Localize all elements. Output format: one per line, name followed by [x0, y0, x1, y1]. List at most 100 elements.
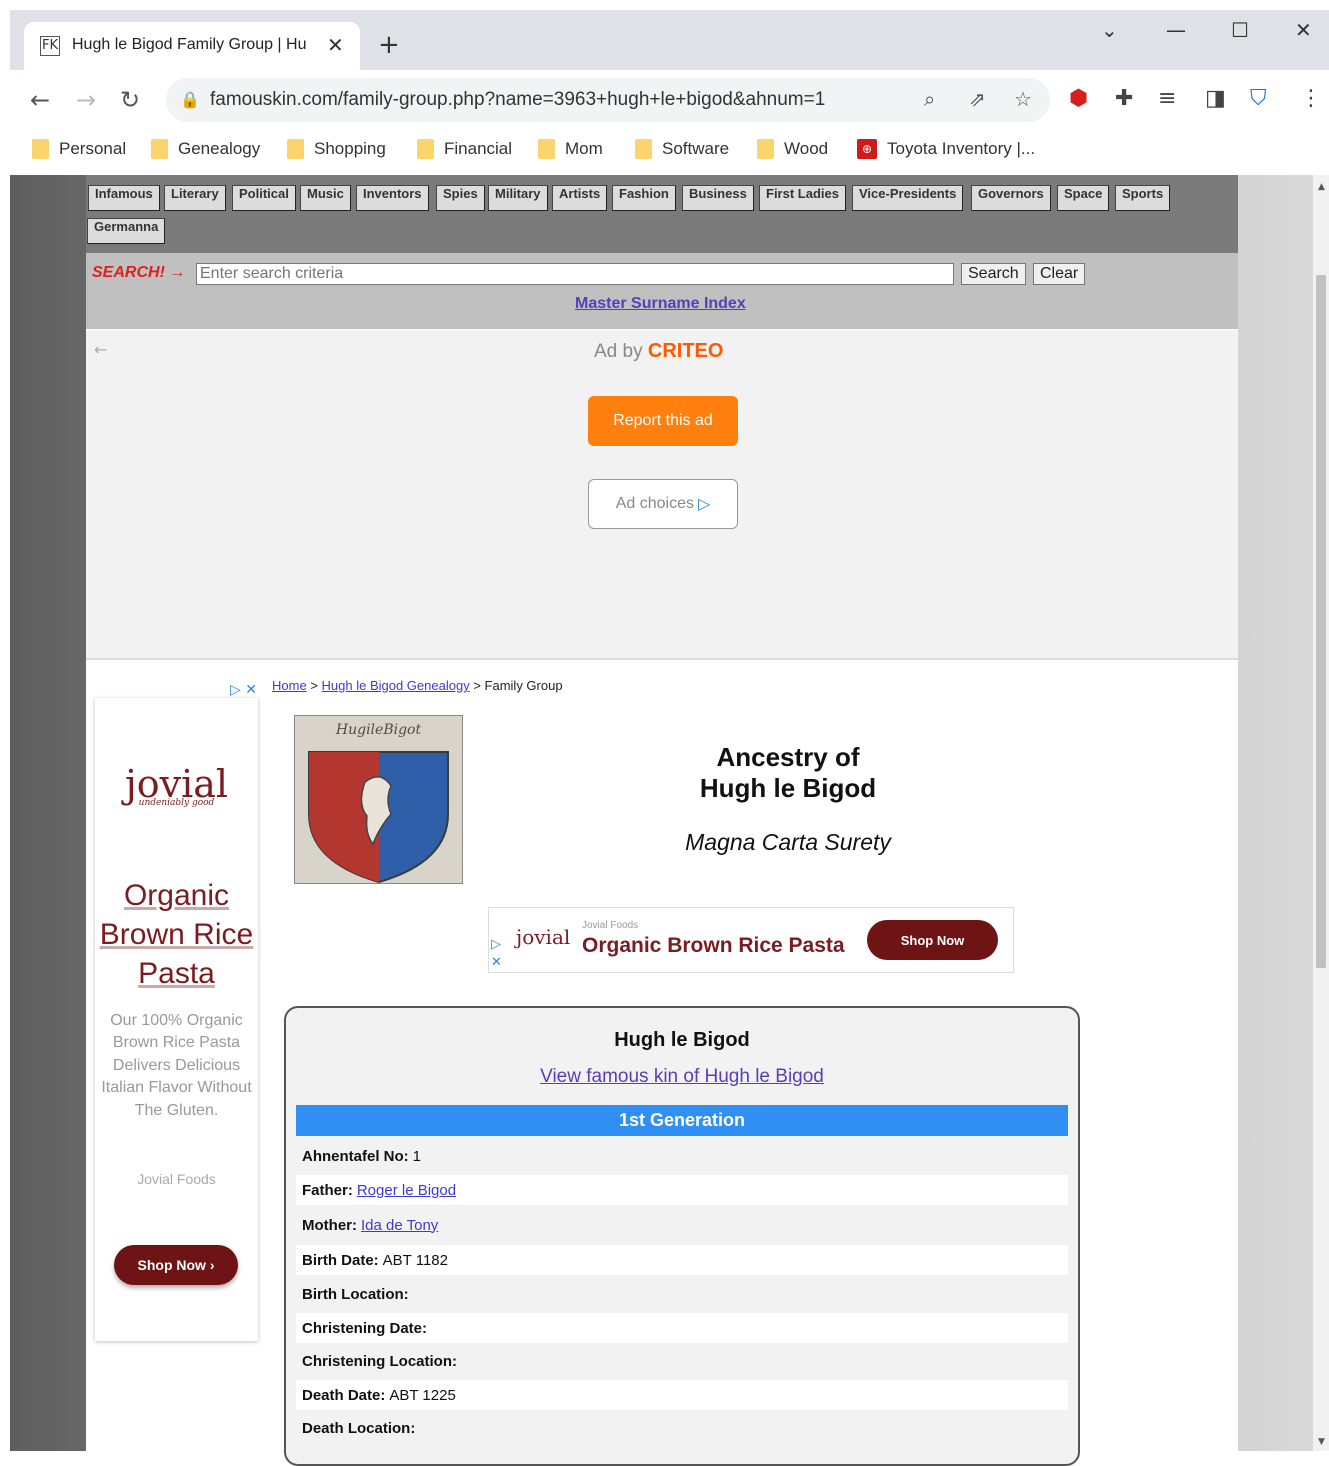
breadcrumb-separator: >	[310, 678, 318, 693]
ad-close-icon[interactable]: ✕	[491, 955, 502, 970]
bookmark-shopping[interactable]: Shopping	[287, 137, 386, 161]
field-ahnentafel: Ahnentafel No: 1	[296, 1141, 1068, 1171]
side-ad-headline[interactable]: Organic Brown Rice Pasta	[95, 876, 258, 993]
field-label: Death Date:	[302, 1386, 386, 1404]
search-input[interactable]	[196, 263, 954, 285]
bookmark-personal[interactable]: Personal	[32, 137, 126, 161]
shield-icon	[308, 751, 449, 883]
search-label: SEARCH! →	[92, 264, 186, 281]
bookmark-mom[interactable]: Mom	[538, 137, 603, 161]
mother-link[interactable]: Ida de Tony	[361, 1217, 438, 1234]
nav-governors[interactable]: Governors	[971, 185, 1051, 211]
search-button[interactable]: Search	[961, 263, 1026, 285]
scrollbar-thumb[interactable]	[1316, 275, 1326, 968]
criteo-logo: CRITEO	[647, 340, 724, 362]
nav-space[interactable]: Space	[1057, 185, 1110, 211]
generation-header: 1st Generation	[296, 1105, 1068, 1136]
maximize-icon[interactable]: ☐	[1231, 18, 1249, 42]
nav-first-ladies[interactable]: First Ladies	[759, 185, 846, 211]
category-nav: Infamous Literary Political Music Invent…	[86, 175, 1238, 253]
report-ad-button[interactable]: Report this ad	[588, 396, 738, 446]
nav-sports[interactable]: Sports	[1115, 185, 1171, 211]
bookmark-label: Software	[662, 139, 730, 158]
father-link[interactable]: Roger le Bigod	[357, 1182, 456, 1199]
breadcrumb-home[interactable]: Home	[272, 678, 307, 693]
ublock-extension-icon[interactable]: ⬢	[1069, 86, 1088, 111]
page-subtitle: Magna Carta Surety	[685, 829, 891, 855]
breadcrumb-separator: >	[473, 678, 481, 693]
field-label: Mother:	[302, 1216, 357, 1234]
share-icon[interactable]: ⇗	[969, 87, 986, 111]
nav-business[interactable]: Business	[682, 185, 754, 211]
person-name: Hugh le Bigod	[614, 1029, 750, 1051]
tab-title[interactable]: Hugh le Bigod Family Group | Hu	[72, 36, 316, 54]
field-label: Death Location:	[302, 1419, 416, 1437]
field-birth-location: Birth Location:	[296, 1279, 1068, 1309]
scroll-up-icon[interactable]: ▲	[1318, 182, 1325, 192]
nav-vice-presidents[interactable]: Vice-Presidents	[852, 185, 964, 211]
field-label: Birth Date:	[302, 1251, 379, 1269]
clear-button[interactable]: Clear	[1033, 263, 1086, 285]
bookmark-label: Financial	[444, 139, 513, 158]
adchoices-icon[interactable]: ▷	[491, 937, 501, 952]
nav-inventors[interactable]: Inventors	[356, 185, 429, 211]
url-text[interactable]: famouskin.com/family-group.php?name=3963…	[210, 89, 825, 111]
ad-back-arrow-icon[interactable]: ←	[94, 340, 107, 359]
back-icon[interactable]: ←	[30, 86, 50, 114]
side-ad-shop-button[interactable]: Shop Now ›	[114, 1245, 238, 1285]
field-label: Christening Date:	[302, 1319, 428, 1337]
ad-choices-button[interactable]: Ad choices ▷	[588, 479, 738, 529]
bookmark-label: Personal	[59, 139, 127, 158]
field-label: Birth Location:	[302, 1285, 409, 1303]
bookmark-star-icon[interactable]: ☆	[1014, 87, 1032, 111]
field-death-location: Death Location:	[296, 1413, 1068, 1443]
site-favicon-icon: FK	[40, 36, 61, 56]
menu-kebab-icon[interactable]: ⋮	[1300, 86, 1322, 111]
bookmark-financial[interactable]: Financial	[417, 137, 512, 161]
bookmark-software[interactable]: Software	[635, 137, 729, 161]
banner-shop-button[interactable]: Shop Now	[867, 920, 998, 960]
breadcrumb: Home > Hugh le Bigod Genealogy > Family …	[272, 678, 563, 693]
extensions-puzzle-icon[interactable]: ✚	[1115, 86, 1133, 111]
folder-icon	[287, 139, 304, 159]
nav-infamous[interactable]: Infamous	[88, 185, 160, 211]
nav-political[interactable]: Political	[232, 185, 296, 211]
side-panel-icon[interactable]: ◨	[1205, 86, 1226, 111]
bookmark-toyota[interactable]: ⊕ Toyota Inventory |...	[857, 137, 1035, 161]
bookmark-label: Shopping	[314, 139, 386, 158]
minimize-icon[interactable]: —	[1166, 18, 1186, 42]
new-tab-icon[interactable]: +	[378, 30, 400, 60]
nav-fashion[interactable]: Fashion	[612, 185, 676, 211]
banner-brand: Jovial Foods	[582, 920, 639, 931]
field-value: ABT 1182	[382, 1251, 448, 1269]
folder-icon	[635, 139, 652, 159]
nav-artists[interactable]: Artists	[552, 185, 608, 211]
nav-military[interactable]: Military	[488, 185, 548, 211]
zoom-icon[interactable]: ⌕	[924, 87, 935, 111]
jovial-tagline: undeniably good	[138, 798, 215, 808]
nav-spies[interactable]: Spies	[436, 185, 485, 211]
master-surname-index-link[interactable]: Master Surname Index	[575, 295, 746, 313]
scroll-down-icon[interactable]: ▼	[1318, 1437, 1325, 1447]
nav-literary[interactable]: Literary	[164, 185, 226, 211]
ad-close-icon[interactable]: ▷ ✕	[230, 682, 257, 698]
breadcrumb-genealogy[interactable]: Hugh le Bigod Genealogy	[322, 678, 470, 693]
nav-germanna[interactable]: Germanna	[87, 218, 166, 244]
folder-icon	[151, 139, 168, 159]
bookmark-genealogy[interactable]: Genealogy	[151, 137, 260, 161]
tab-close-icon[interactable]: ✕	[327, 33, 344, 57]
folder-icon	[32, 139, 49, 159]
shield-extension-icon[interactable]: ⛉	[1250, 86, 1267, 111]
close-window-icon[interactable]: ✕	[1295, 18, 1312, 42]
reload-icon[interactable]: ↻	[120, 86, 140, 114]
tab-search-chevron-icon[interactable]: ⌄	[1101, 18, 1118, 42]
forward-icon[interactable]: →	[76, 86, 96, 114]
nav-music[interactable]: Music	[300, 185, 351, 211]
page-title: Ancestry of Hugh le Bigod	[610, 742, 966, 804]
ad-by-label: Ad by CRITEO	[594, 340, 723, 363]
reading-list-icon[interactable]: ≡	[1158, 86, 1176, 111]
famous-kin-link[interactable]: View famous kin of Hugh le Bigod	[284, 1066, 1080, 1088]
lock-icon[interactable]: 🔒	[180, 90, 200, 109]
banner-headline[interactable]: Organic Brown Rice Pasta	[582, 934, 845, 958]
bookmark-wood[interactable]: Wood	[757, 137, 828, 161]
